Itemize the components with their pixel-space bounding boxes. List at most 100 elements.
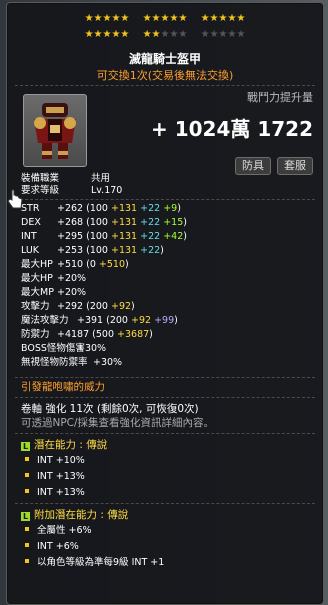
stat-value-part: +3687 [117, 329, 150, 340]
potential-line: INT +10% [21, 455, 85, 467]
stat-value-part: +295 (100 [57, 231, 111, 242]
req-job-row: 裝備職業 共用 [21, 173, 111, 184]
divider [15, 85, 315, 86]
stat-value-part: ) [177, 203, 181, 214]
stat-label: DEX [21, 217, 41, 228]
stat-value-part: +30% [77, 343, 107, 354]
star-group: ★★★★★ [142, 13, 188, 24]
additional-potential-header: L 附加潛在能力 : 傳說 [21, 509, 129, 521]
set-button[interactable]: 套服 [277, 157, 313, 175]
stat-row: 無視怪物防禦率 +30% [21, 357, 122, 369]
additional-potential-line: 全屬性 +6% [21, 525, 92, 537]
stat-value-part: +510 (0 [57, 259, 99, 270]
starforce-row-1: ★★★★★ ★★★★★ ★★★★★ [7, 13, 323, 25]
divider [15, 377, 315, 378]
stat-value-part: +22 [140, 203, 164, 214]
stat-value-part: +20% [57, 273, 87, 284]
stat-value-part: +9 [163, 203, 178, 214]
stat-value-part: ) [174, 315, 178, 326]
additional-potential-line: 以角色等級為準每9級 INT +1 [21, 557, 164, 569]
scroll-info-text: 可透過NPC/採集查看強化資訊詳細內容。 [21, 417, 215, 429]
stat-value-part: +131 [110, 203, 141, 214]
bullet-icon [25, 527, 29, 531]
star-group: ★★★★★ [84, 13, 130, 24]
stat-row: BOSS怪物傷害+30% [21, 343, 106, 355]
star-group: ★★★★★ [84, 29, 130, 40]
stat-value-part: ) [131, 301, 135, 312]
stat-row: LUK +253 (100 +131 +22) [21, 245, 164, 257]
stat-row: 最大MP +20% [21, 287, 86, 299]
bullet-icon [25, 457, 29, 461]
stat-value-part: +391 (200 [77, 315, 131, 326]
stat-label: INT [21, 231, 37, 242]
divider [15, 503, 315, 504]
star-group-empty: ★★★★★ [200, 29, 246, 40]
bullet-icon [25, 489, 29, 493]
stat-value-part: +262 (100 [57, 203, 111, 214]
star-group: ★★★★★ [200, 13, 246, 24]
stat-value-part: +15 [163, 217, 184, 228]
stat-value-part: +22 [140, 245, 161, 256]
stat-label: STR [21, 203, 40, 214]
combat-power-value: + 1024萬 1722 [150, 117, 313, 141]
stat-label: 無視怪物防禦率 [21, 357, 88, 368]
potential-line: INT +13% [21, 471, 85, 483]
stat-value-part: +4187 (500 [57, 329, 118, 340]
potential-header: L 潛在能力 : 傳說 [21, 439, 108, 451]
star-group: ★★ [142, 29, 161, 40]
stat-value-part: +92 [130, 315, 155, 326]
hand-cursor-icon [7, 189, 23, 209]
stat-label: 攻擊力 [21, 301, 50, 312]
stat-value-part: +253 (100 [57, 245, 111, 256]
stat-value-part: +131 [110, 217, 141, 228]
stat-row: 魔法攻擊力 +391 (200 +92 +99) [21, 315, 178, 327]
combat-power-label: 戰鬥力提升量 [247, 91, 313, 104]
stat-value-part: ) [124, 259, 129, 270]
stat-value-part: +92 [110, 301, 132, 312]
item-tooltip: ★★★★★ ★★★★★ ★★★★★ ★★★★★ ★★★★★ ★★★★★ 滅龍騎士… [6, 2, 324, 605]
stat-row: 攻擊力 +292 (200 +92) [21, 301, 135, 313]
stat-row: INT +295 (100 +131 +22 +42) [21, 231, 187, 243]
stat-label: 魔法攻擊力 [21, 315, 69, 326]
stat-value-part: +268 (100 [57, 217, 111, 228]
stat-row: STR +262 (100 +131 +22 +9) [21, 203, 181, 215]
divider [15, 199, 315, 200]
item-name: 滅龍騎士盔甲 [128, 52, 201, 66]
stat-value-part: ) [183, 217, 187, 228]
armor-icon [34, 103, 76, 159]
stat-value-part: +510 [98, 259, 125, 270]
additional-potential-line: INT +6% [21, 541, 79, 553]
stat-label: 防禦力 [21, 329, 50, 340]
stat-value-part: +22 [140, 231, 164, 242]
item-portrait [23, 94, 87, 167]
bullet-icon [25, 559, 29, 563]
stat-label: LUK [21, 245, 40, 256]
scroll-upgrade-text: 卷軸 強化 11次 (剩餘0次, 可恢復0次) [21, 403, 199, 415]
stat-value-part: ) [183, 231, 187, 242]
legendary-badge-icon: L [21, 512, 30, 521]
stat-value-part: +292 (200 [57, 301, 111, 312]
stat-row: 防禦力 +4187 (500 +3687) [21, 329, 153, 341]
bullet-icon [25, 473, 29, 477]
stat-value-part: +99 [154, 315, 175, 326]
req-level-row: 要求等級 Lv.170 [21, 185, 123, 196]
stat-value-part: +131 [110, 245, 141, 256]
stat-label: BOSS怪物傷害 [21, 343, 85, 354]
stat-row: DEX +268 (100 +131 +22 +15) [21, 217, 187, 229]
set-effect-text: 引發龍咆嘯的威力 [21, 381, 105, 393]
stat-row: 最大HP +20% [21, 273, 86, 285]
bullet-icon [25, 543, 29, 547]
stat-value-part: ) [149, 329, 153, 340]
stat-value-part: +22 [140, 217, 164, 228]
legendary-badge-icon: L [21, 442, 30, 451]
stat-value-part: ) [160, 245, 164, 256]
divider [15, 433, 315, 434]
stat-value-part: +131 [110, 231, 141, 242]
stat-value-part: +20% [57, 287, 87, 298]
divider [15, 397, 315, 398]
stat-row: 最大HP +510 (0 +510) [21, 259, 129, 271]
trade-status: 可交換1次(交易後無法交換) [96, 69, 234, 82]
stat-label: 最大HP [21, 273, 53, 284]
compare-button[interactable]: 防具 [235, 157, 271, 175]
stat-label: 最大MP [21, 287, 54, 298]
